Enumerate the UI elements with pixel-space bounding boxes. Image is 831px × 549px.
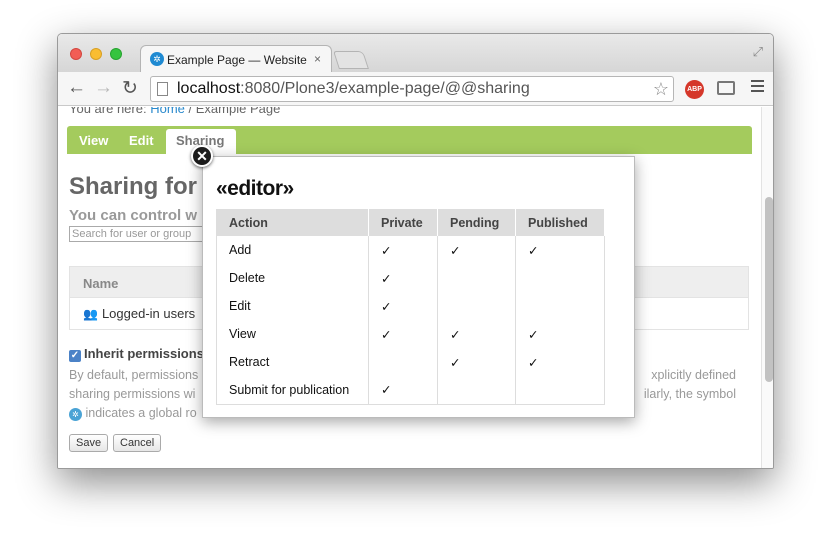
published-cell xyxy=(515,376,605,405)
scrollbar-thumb[interactable] xyxy=(765,197,773,382)
breadcrumb-prefix: You are here: xyxy=(69,107,147,116)
cancel-button[interactable]: Cancel xyxy=(113,434,162,452)
published-cell: ✓ xyxy=(515,320,605,348)
permissions-table: Action Private Pending Published Add ✓ ✓… xyxy=(216,209,605,405)
header-pending: Pending xyxy=(437,209,516,236)
action-cell: Add xyxy=(216,236,369,264)
minimize-window-button[interactable] xyxy=(90,48,102,60)
bookmark-star-icon[interactable]: ☆ xyxy=(653,79,669,100)
private-cell: ✓ xyxy=(368,320,438,348)
url-text[interactable]: localhost:8080/Plone3/example-page/@@sha… xyxy=(177,80,530,98)
pending-cell: ✓ xyxy=(437,236,516,264)
pending-cell xyxy=(437,264,516,292)
page-title: Sharing for " xyxy=(69,173,216,200)
hamburger-menu-icon[interactable] xyxy=(751,80,764,96)
header-private: Private xyxy=(368,209,438,236)
tab-view[interactable]: View xyxy=(79,133,108,148)
private-cell: ✓ xyxy=(368,376,438,405)
published-cell: ✓ xyxy=(515,236,605,264)
action-cell: View xyxy=(216,320,369,348)
header-published: Published xyxy=(515,209,605,236)
table-row: Retract ✓ ✓ xyxy=(216,348,605,376)
page-icon xyxy=(157,82,168,96)
private-cell: ✓ xyxy=(368,292,438,320)
content-tab-bar: View Edit Sharing xyxy=(67,126,752,154)
fullscreen-icon[interactable]: ⤢ xyxy=(753,44,763,60)
inherit-permissions-checkbox[interactable]: ✓ Inherit permissions xyxy=(69,346,204,362)
page-description: You can control w xyxy=(69,207,198,224)
private-cell: ✓ xyxy=(368,236,438,264)
tab-edit[interactable]: Edit xyxy=(129,133,154,148)
breadcrumb-current: Example Page xyxy=(195,107,281,116)
adblock-plus-icon[interactable]: ABP xyxy=(685,80,704,99)
breadcrumb-separator: / xyxy=(184,107,196,116)
pending-cell xyxy=(437,376,516,405)
table-header-row: Action Private Pending Published xyxy=(216,209,605,236)
role-permissions-popup: «editor» Action Private Pending Publishe… xyxy=(202,156,635,418)
action-cell: Submit for publication xyxy=(216,376,369,405)
private-cell xyxy=(368,348,438,376)
help-line3: indicates a global ro xyxy=(85,406,197,420)
forward-arrow-icon[interactable]: → xyxy=(94,77,113,99)
cast-icon[interactable] xyxy=(717,81,735,95)
checkbox-checked-icon[interactable]: ✓ xyxy=(69,350,81,362)
inherit-permissions-label: Inherit permissions xyxy=(84,346,204,361)
pending-cell xyxy=(437,292,516,320)
global-role-icon: ✲ xyxy=(69,408,82,421)
published-cell xyxy=(515,264,605,292)
zoom-window-button[interactable] xyxy=(110,48,122,60)
table-row: Edit ✓ xyxy=(216,292,605,320)
help-line1-left: By default, permissions xyxy=(69,368,199,382)
action-cell: Delete xyxy=(216,264,369,292)
close-window-button[interactable] xyxy=(70,48,82,60)
breadcrumb-home-link[interactable]: Home xyxy=(150,107,185,116)
back-arrow-icon[interactable]: ← xyxy=(67,77,86,99)
browser-toolbar: ← → ↻ localhost:8080/Plone3/example-page… xyxy=(58,72,773,106)
logged-in-users-label: Logged-in users xyxy=(101,306,196,321)
role-title: «editor» xyxy=(216,177,294,200)
pending-cell: ✓ xyxy=(437,348,516,376)
pending-cell: ✓ xyxy=(437,320,516,348)
published-cell: ✓ xyxy=(515,348,605,376)
header-action: Action xyxy=(216,209,369,236)
help-line1-right: xplicitly defined xyxy=(651,368,736,382)
browser-tab[interactable]: ✲ Example Page — Website × xyxy=(140,45,332,73)
new-tab-button[interactable] xyxy=(333,51,369,69)
breadcrumb: You are here: Home / Example Page xyxy=(69,107,280,116)
url-path: :8080/Plone3/example-page/@@sharing xyxy=(240,80,530,97)
save-button[interactable]: Save xyxy=(69,434,109,452)
users-icon: 👥 xyxy=(83,307,98,321)
private-cell: ✓ xyxy=(368,264,438,292)
table-row: View ✓ ✓ ✓ xyxy=(216,320,605,348)
published-cell xyxy=(515,292,605,320)
plone-favicon-icon: ✲ xyxy=(150,52,164,66)
action-cell: Edit xyxy=(216,292,369,320)
reload-icon[interactable]: ↻ xyxy=(122,77,138,100)
tab-strip: ✲ Example Page — Website × ⤢ xyxy=(58,34,773,73)
table-row: Delete ✓ xyxy=(216,264,605,292)
help-line2-right: ilarly, the symbol xyxy=(643,387,736,401)
url-host: localhost xyxy=(177,80,241,97)
vertical-scrollbar[interactable] xyxy=(761,107,773,468)
address-bar[interactable]: localhost:8080/Plone3/example-page/@@sha… xyxy=(150,76,674,102)
table-row: Submit for publication ✓ xyxy=(216,376,605,405)
help-line2-left: sharing permissions wi xyxy=(69,387,196,401)
tab-title: Example Page — Website xyxy=(167,53,307,67)
table-row: Add ✓ ✓ ✓ xyxy=(216,236,605,264)
tab-close-icon[interactable]: × xyxy=(314,52,321,66)
close-popup-icon[interactable]: ✕ xyxy=(191,145,213,167)
action-cell: Retract xyxy=(216,348,369,376)
